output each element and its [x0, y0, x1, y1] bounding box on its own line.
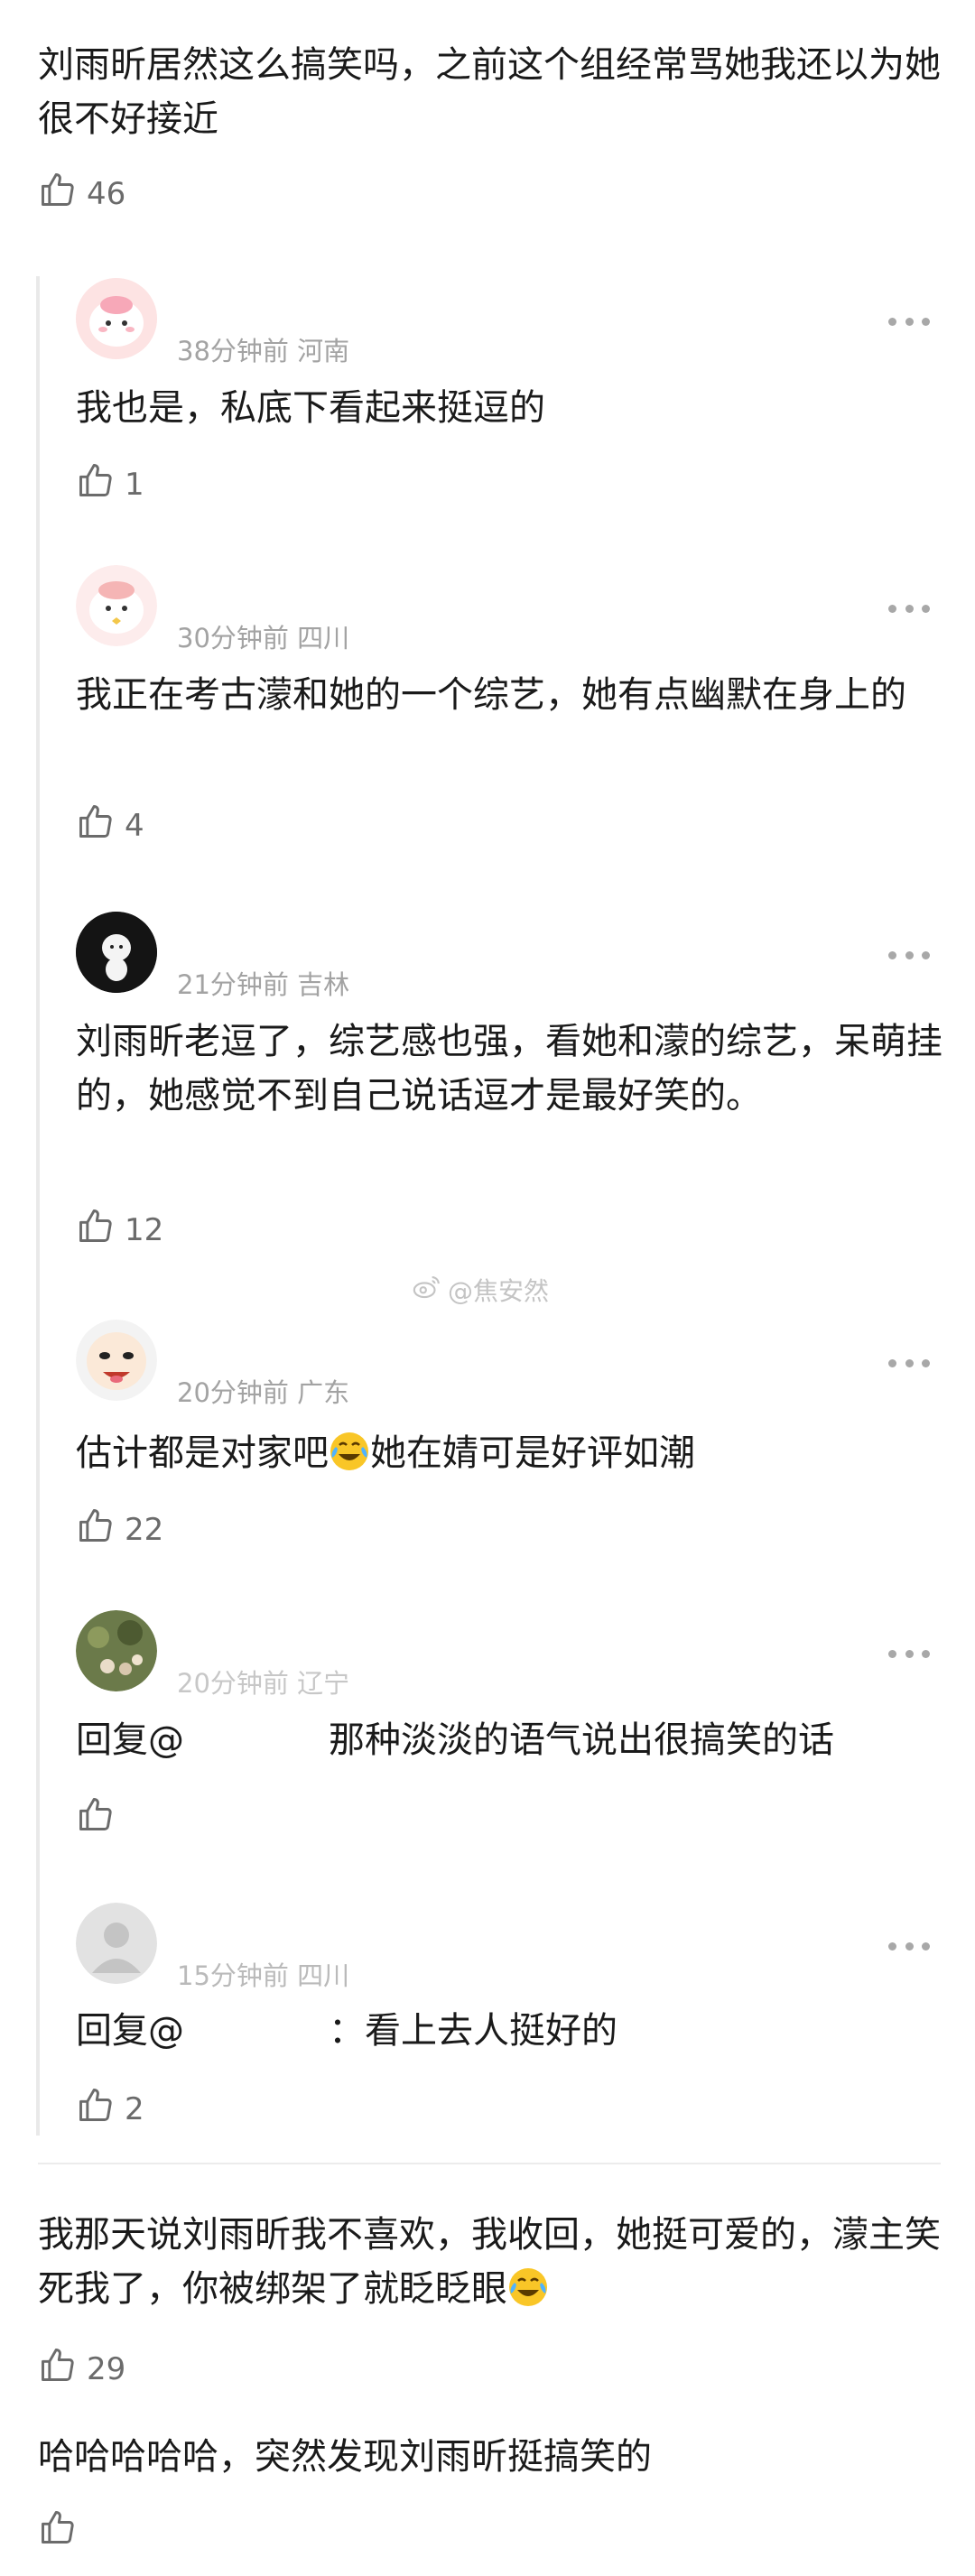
like-button[interactable]: 29: [38, 2345, 125, 2393]
more-icon[interactable]: [888, 1650, 930, 1661]
thumbs-up-icon: [76, 460, 116, 508]
like-count: 46: [87, 175, 126, 212]
watermark: @焦安然: [412, 1271, 549, 1308]
more-icon[interactable]: [888, 951, 930, 962]
reply-meta: 30分钟前 四川: [177, 623, 350, 653]
more-icon[interactable]: [888, 1942, 930, 1953]
reply-text: 回复@ ：看上去人挺好的: [76, 2004, 942, 2058]
weibo-icon: [412, 1271, 442, 1308]
comment-text: 刘雨昕居然这么搞笑吗，之前这个组经常骂她我还以为她很不好接近: [38, 44, 941, 140]
like-count: 2: [125, 2090, 144, 2127]
avatar[interactable]: [76, 278, 157, 359]
thumbs-up-icon: [76, 1506, 116, 1553]
like-count: 12: [125, 1211, 164, 1248]
reply-text: 估计都是对家吧 她在婧可是好评如潮: [76, 1426, 942, 1480]
like-count: 29: [87, 2350, 126, 2387]
thread-bar: [36, 276, 40, 2136]
reply-meta: 21分钟前 吉林: [177, 969, 350, 1000]
like-button[interactable]: 4: [76, 802, 144, 849]
thumbs-up-icon: [76, 1206, 116, 1254]
avatar[interactable]: [76, 1610, 157, 1691]
avatar[interactable]: [76, 565, 157, 646]
like-button[interactable]: 2: [76, 2085, 144, 2133]
thumbs-up-icon: [38, 2507, 78, 2555]
more-icon[interactable]: [888, 605, 930, 616]
more-icon[interactable]: [888, 1359, 930, 1370]
like-count: 4: [125, 807, 144, 844]
reply-text: 回复@ 那种淡淡的语气说出很搞笑的话: [76, 1713, 942, 1767]
comment-text: 我那天说刘雨昕我不喜欢，我收回，她挺可爱的，濛主笑死我了，你被绑架了就眨眨眼: [38, 2208, 941, 2316]
reply-prefix: 回复@: [76, 2010, 184, 2052]
blurred-username[interactable]: [184, 2012, 329, 2048]
like-button[interactable]: 46: [38, 170, 125, 218]
thumbs-up-icon: [76, 1794, 116, 1842]
like-button[interactable]: 1: [76, 460, 144, 508]
reply-text-part: 她在婧可是好评如潮: [370, 1432, 695, 1474]
avatar[interactable]: [76, 1903, 157, 1984]
reply-meta: 20分钟前 广东: [177, 1377, 350, 1408]
like-button[interactable]: 22: [76, 1506, 163, 1553]
laugh-cry-emoji: [507, 2266, 549, 2308]
like-button[interactable]: [38, 2507, 78, 2555]
comment-text: 哈哈哈哈哈，突然发现刘雨昕挺搞笑的: [38, 2436, 652, 2478]
reply-prefix: 回复@: [76, 1719, 184, 1761]
thumbs-up-icon: [38, 170, 78, 218]
thumbs-up-icon: [76, 2085, 116, 2133]
reply-meta: 38分钟前 河南: [177, 336, 350, 366]
reply-text: 我也是，私底下看起来挺逗的: [76, 387, 545, 429]
reply-text: 刘雨昕老逗了，综艺感也强，看她和濛的综艺，呆萌挂的，她感觉不到自己说话逗才是最好…: [76, 1021, 942, 1117]
reply-text: 我正在考古濛和她的一个综艺，她有点幽默在身上的: [76, 674, 906, 716]
divider: [38, 2163, 941, 2164]
watermark-text: @焦安然: [448, 1275, 550, 1306]
thumbs-up-icon: [38, 2345, 78, 2393]
avatar[interactable]: [76, 1320, 157, 1401]
reply-text-part: 那种淡淡的语气说出很搞笑的话: [329, 1719, 834, 1761]
reply-meta: 20分钟前 辽宁: [177, 1668, 350, 1699]
like-button[interactable]: [76, 1794, 116, 1842]
reply-text-part: ：看上去人挺好的: [329, 2010, 618, 2052]
like-button[interactable]: 12: [76, 1206, 163, 1254]
reply-meta: 15分钟前 四川: [177, 1960, 350, 1991]
like-count: 22: [125, 1511, 164, 1548]
blurred-username[interactable]: [184, 1721, 329, 1757]
laugh-cry-emoji: [329, 1431, 370, 1472]
thumbs-up-icon: [76, 802, 116, 849]
like-count: 1: [125, 466, 144, 503]
avatar[interactable]: [76, 912, 157, 993]
reply-text-part: 估计都是对家吧: [76, 1432, 329, 1474]
more-icon[interactable]: [888, 318, 930, 329]
comment-text-part: 我那天说刘雨昕我不喜欢，我收回，她挺可爱的，濛主笑死我了，你被绑架了就眨眨眼: [38, 2214, 941, 2310]
